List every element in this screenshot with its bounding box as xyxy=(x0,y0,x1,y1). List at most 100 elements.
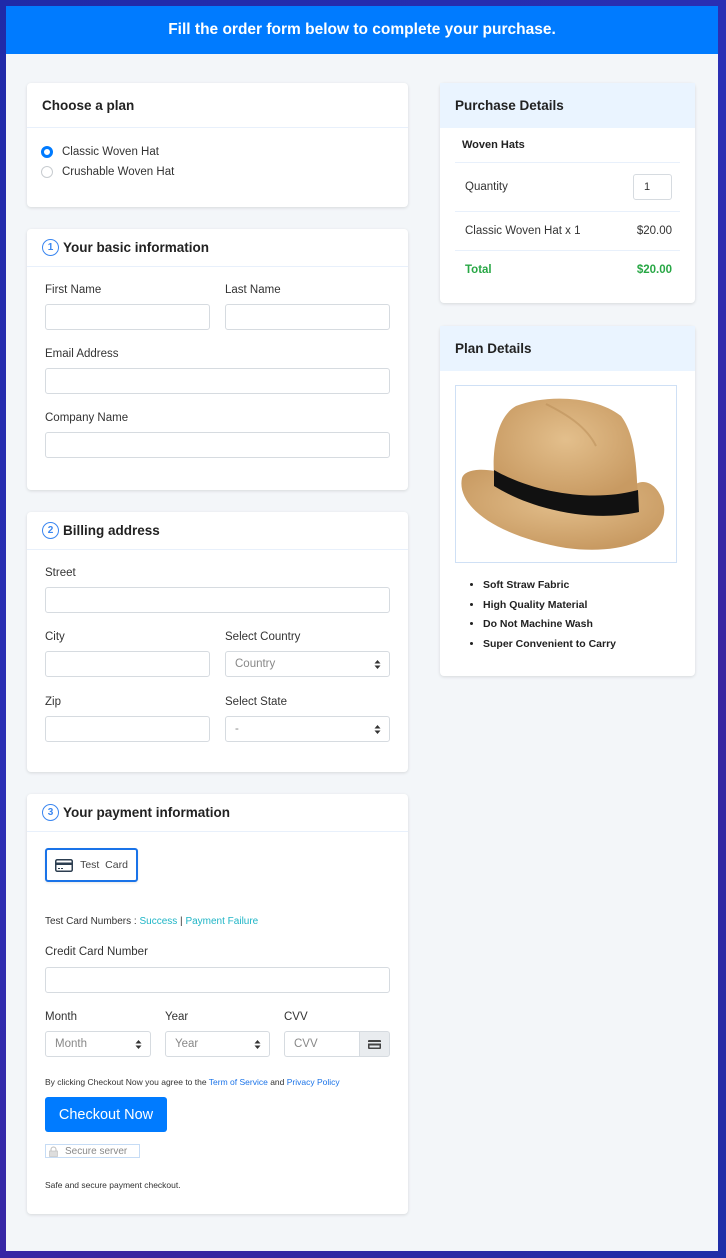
choose-plan-card: Choose a plan Classic Woven Hat Crushabl… xyxy=(27,83,408,207)
city-label: City xyxy=(45,631,65,643)
step-number-icon: 2 xyxy=(42,522,59,539)
feature-item: High Quality Material xyxy=(483,599,616,619)
basic-info-title: Your basic information xyxy=(63,240,210,255)
company-input[interactable] xyxy=(45,432,390,458)
quantity-label: Quantity xyxy=(465,181,508,193)
year-label: Year xyxy=(165,1011,189,1023)
credit-card-icon xyxy=(55,858,74,872)
radio-unselected-icon[interactable] xyxy=(41,166,53,178)
checkout-button-label: Checkout Now xyxy=(58,1106,154,1123)
email-input[interactable] xyxy=(45,368,390,394)
state-select[interactable]: - xyxy=(225,716,390,742)
cvv-label: CVV xyxy=(284,1011,308,1023)
country-select[interactable]: Country xyxy=(225,651,390,677)
order-form-page: Fill the order form below to complete yo… xyxy=(6,6,718,1251)
plan-details-card: Plan Details Soft Straw Fabric High Qual… xyxy=(440,326,695,676)
cvv-placeholder: CVV xyxy=(294,1038,318,1050)
checkout-button[interactable]: Checkout Now xyxy=(45,1097,167,1132)
billing-card: 2 Billing address Street City Select Cou… xyxy=(27,512,408,772)
plan-option-classic[interactable]: Classic Woven Hat xyxy=(41,146,159,158)
year-select[interactable]: Year xyxy=(165,1031,270,1057)
test-card-label: Test Card xyxy=(80,859,128,871)
payment-card: 3 Your payment information Test Card Tes… xyxy=(27,794,408,1214)
first-name-input[interactable] xyxy=(45,304,210,330)
test-card-numbers-label: Test Card Numbers : xyxy=(45,916,140,927)
cc-number-input[interactable] xyxy=(45,967,390,993)
page-title: Fill the order form below to complete yo… xyxy=(168,21,556,38)
email-label: Email Address xyxy=(45,348,119,360)
quantity-input[interactable]: 1 xyxy=(633,174,672,200)
cc-number-label: Credit Card Number xyxy=(45,946,148,958)
payment-failure-link[interactable]: Payment Failure xyxy=(185,916,258,927)
test-card-numbers: Test Card Numbers : Success | Payment Fa… xyxy=(45,916,258,927)
zip-input[interactable] xyxy=(45,716,210,742)
product-image xyxy=(455,385,677,563)
line-item-label: Classic Woven Hat x 1 xyxy=(465,225,581,237)
plan-option-label: Classic Woven Hat xyxy=(62,146,159,158)
success-link[interactable]: Success xyxy=(139,916,177,927)
page-header: Fill the order form below to complete yo… xyxy=(6,6,718,54)
month-select-value: Month xyxy=(55,1038,87,1050)
total-label: Total xyxy=(465,264,492,276)
cvv-input[interactable]: CVV xyxy=(284,1031,359,1057)
plan-details-title: Plan Details xyxy=(440,326,695,371)
purchase-details-title: Purchase Details xyxy=(440,83,695,128)
country-select-value: Country xyxy=(235,658,276,670)
cvv-group: CVV xyxy=(284,1031,390,1057)
payment-header: 3 Your payment information xyxy=(27,794,408,832)
select-arrows-icon xyxy=(254,1040,261,1049)
plan-option-label: Crushable Woven Hat xyxy=(62,166,175,178)
feature-item: Soft Straw Fabric xyxy=(483,579,616,599)
product-name-label: Woven Hats xyxy=(462,139,525,151)
privacy-link[interactable]: Privacy Policy xyxy=(287,1077,340,1087)
month-label: Month xyxy=(45,1011,77,1023)
agreement-text: By clicking Checkout Now you agree to th… xyxy=(45,1077,340,1087)
lock-icon xyxy=(49,1146,58,1157)
purchase-details-card: Purchase Details Woven Hats Quantity 1 C… xyxy=(440,83,695,303)
quantity-value: 1 xyxy=(644,181,651,193)
city-input[interactable] xyxy=(45,651,210,677)
company-label: Company Name xyxy=(45,412,129,424)
terms-link[interactable]: Term of Service xyxy=(209,1077,268,1087)
select-arrows-icon xyxy=(374,660,381,669)
billing-header: 2 Billing address xyxy=(27,512,408,550)
total-row: Total $20.00 xyxy=(455,251,680,289)
secure-server-label: Secure server xyxy=(65,1145,128,1157)
first-name-label: First Name xyxy=(45,284,102,296)
basic-info-card: 1 Your basic information First Name Last… xyxy=(27,229,408,490)
agreement-prefix: By clicking Checkout Now you agree to th… xyxy=(45,1077,209,1087)
basic-info-header: 1 Your basic information xyxy=(27,229,408,267)
month-select[interactable]: Month xyxy=(45,1031,151,1057)
step-number-icon: 1 xyxy=(42,239,59,256)
state-select-value: - xyxy=(235,723,239,735)
card-icon xyxy=(368,1039,381,1049)
cvv-addon xyxy=(359,1031,390,1057)
select-arrows-icon xyxy=(374,725,381,734)
payment-title: Your payment information xyxy=(63,805,231,820)
country-label: Select Country xyxy=(225,631,301,643)
line-item-price: $20.00 xyxy=(636,225,672,237)
year-select-value: Year xyxy=(175,1038,199,1050)
hat-image-icon xyxy=(461,398,665,550)
feature-item: Super Convenient to Carry xyxy=(483,638,616,658)
quantity-row: Quantity 1 xyxy=(455,163,680,212)
agreement-and: and xyxy=(267,1077,287,1087)
billing-title: Billing address xyxy=(63,523,160,538)
choose-plan-title: Choose a plan xyxy=(27,83,408,128)
secure-server-badge: Secure server xyxy=(45,1144,140,1158)
plan-option-crushable[interactable]: Crushable Woven Hat xyxy=(41,166,174,178)
radio-selected-icon[interactable] xyxy=(41,146,53,158)
feature-list: Soft Straw Fabric High Quality Material … xyxy=(483,579,616,657)
last-name-input[interactable] xyxy=(225,304,390,330)
safe-checkout-text: Safe and secure payment checkout. xyxy=(45,1180,181,1190)
product-name: Woven Hats xyxy=(455,128,680,163)
step-number-icon: 3 xyxy=(42,804,59,821)
last-name-label: Last Name xyxy=(225,284,281,296)
line-item-row: Classic Woven Hat x 1 $20.00 xyxy=(455,212,680,251)
feature-item: Do Not Machine Wash xyxy=(483,618,616,638)
street-input[interactable] xyxy=(45,587,390,613)
test-card-button[interactable]: Test Card xyxy=(45,848,138,882)
zip-label: Zip xyxy=(45,696,61,708)
street-label: Street xyxy=(45,567,76,579)
state-label: Select State xyxy=(225,696,288,708)
